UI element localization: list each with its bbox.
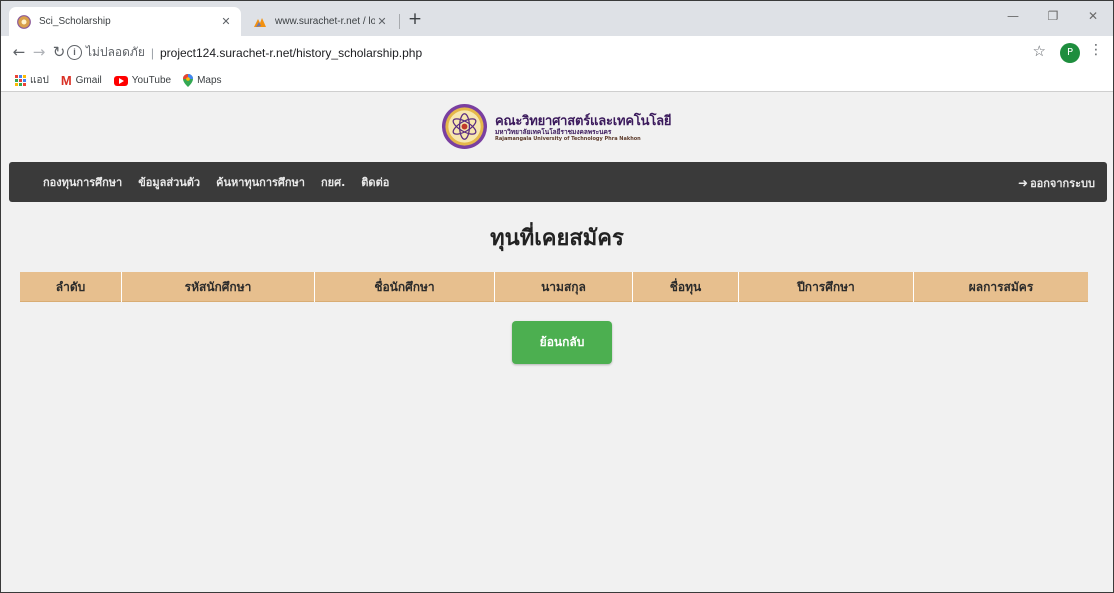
- back-button[interactable]: ย้อนกลับ: [512, 321, 612, 364]
- youtube-icon: [113, 75, 128, 86]
- new-tab-button[interactable]: +: [404, 9, 426, 31]
- tab-divider: [399, 14, 400, 29]
- column-header-result: ผลการสมัคร: [968, 280, 1034, 294]
- nav-links: กองทุนการศึกษา ข้อมูลส่วนตัว ค้นหาทุนการ…: [9, 173, 397, 191]
- bookmark-label: YouTube: [131, 75, 172, 86]
- column-header-student-id: รหัสนักศึกษา: [122, 272, 315, 302]
- info-icon[interactable]: i: [67, 45, 82, 60]
- nav-contact[interactable]: ติดต่อ: [353, 173, 397, 191]
- bookmarks-bar: แอป M Gmail YouTube Maps: [1, 70, 1113, 92]
- menu-kebab-icon[interactable]: ⋮: [1089, 42, 1103, 58]
- bookmark-gmail[interactable]: M Gmail: [60, 72, 102, 88]
- address-bar[interactable]: i ไม่ปลอดภัย | project124.surachet-r.net…: [67, 39, 1069, 66]
- apps-grid-icon: [15, 75, 26, 86]
- logout-icon: ➜: [1018, 176, 1029, 190]
- column-header-scholarship-name: ชื่อทุน: [633, 272, 739, 302]
- tab-sci-scholarship[interactable]: Sci_Scholarship ✕: [9, 7, 241, 36]
- maps-pin-icon: [183, 74, 194, 87]
- tab-title: Sci_Scholarship: [39, 16, 111, 27]
- nav-search-scholarship[interactable]: ค้นหาทุนการศึกษา: [208, 173, 313, 191]
- bookmark-maps[interactable]: Maps: [183, 74, 222, 87]
- faculty-logo-icon: [441, 103, 488, 150]
- bookmark-star-icon[interactable]: ☆: [1033, 42, 1046, 60]
- url-text: project124.surachet-r.net/history_schola…: [159, 45, 423, 60]
- minimize-icon[interactable]: —: [993, 5, 1033, 29]
- tab-localhost[interactable]: www.surachet-r.net / localhost / ✕: [245, 7, 397, 36]
- bookmark-label: แอป: [30, 75, 49, 86]
- nav-scholarship-fund[interactable]: กองทุนการศึกษา: [35, 173, 130, 191]
- university-name-en: Rajamangala University of Technology Phr…: [495, 136, 641, 142]
- tab-strip: Sci_Scholarship ✕ www.surachet-r.net / l…: [1, 1, 1113, 36]
- address-divider: |: [150, 45, 154, 60]
- phpmyadmin-favicon-icon: [254, 17, 266, 27]
- logout-link[interactable]: ➜ ออกจากระบบ: [1018, 174, 1095, 192]
- page-title: ทุนที่เคยสมัคร: [490, 226, 624, 251]
- applications-table-header: ลำดับ รหัสนักศึกษา ชื่อนักศึกษา นามสกุล …: [20, 272, 1088, 302]
- bookmark-label: Gmail: [75, 75, 102, 86]
- bookmark-youtube[interactable]: YouTube: [113, 75, 172, 86]
- back-arrow-icon[interactable]: ←: [8, 41, 30, 63]
- column-header-surname: นามสกุล: [495, 272, 633, 302]
- close-tab-icon[interactable]: ✕: [219, 15, 233, 28]
- nav-profile[interactable]: ข้อมูลส่วนตัว: [130, 173, 208, 191]
- site-favicon-icon: [17, 14, 31, 29]
- browser-toolbar: ← → ↻ i ไม่ปลอดภัย | project124.surachet…: [1, 36, 1113, 70]
- logout-label: ออกจากระบบ: [1030, 177, 1095, 190]
- column-header-student-name: ชื่อนักศึกษา: [315, 272, 495, 302]
- profile-avatar[interactable]: P: [1060, 43, 1080, 63]
- main-navbar: กองทุนการศึกษา ข้อมูลส่วนตัว ค้นหาทุนการ…: [9, 162, 1107, 202]
- page-content: คณะวิทยาศาสตร์และเทคโนโลยี มหาวิทยาลัยเท…: [1, 92, 1113, 592]
- site-header: คณะวิทยาศาสตร์และเทคโนโลยี มหาวิทยาลัยเท…: [1, 92, 1113, 162]
- bookmark-label: Maps: [197, 75, 222, 86]
- nav-student-loan[interactable]: กยศ.: [313, 173, 353, 191]
- tab-title: www.surachet-r.net / localhost /: [275, 16, 375, 27]
- forward-arrow-icon[interactable]: →: [28, 41, 50, 63]
- browser-window: Sci_Scholarship ✕ www.surachet-r.net / l…: [0, 0, 1114, 593]
- close-window-icon[interactable]: ✕: [1073, 5, 1113, 29]
- bookmark-apps[interactable]: แอป: [15, 73, 49, 88]
- security-status: ไม่ปลอดภัย: [86, 45, 145, 59]
- column-header-academic-year: ปีการศึกษา: [739, 272, 914, 302]
- maximize-icon[interactable]: ❐: [1033, 5, 1073, 29]
- close-tab-icon[interactable]: ✕: [375, 15, 389, 28]
- gmail-icon: M: [60, 72, 72, 88]
- column-header-order: ลำดับ: [20, 272, 122, 302]
